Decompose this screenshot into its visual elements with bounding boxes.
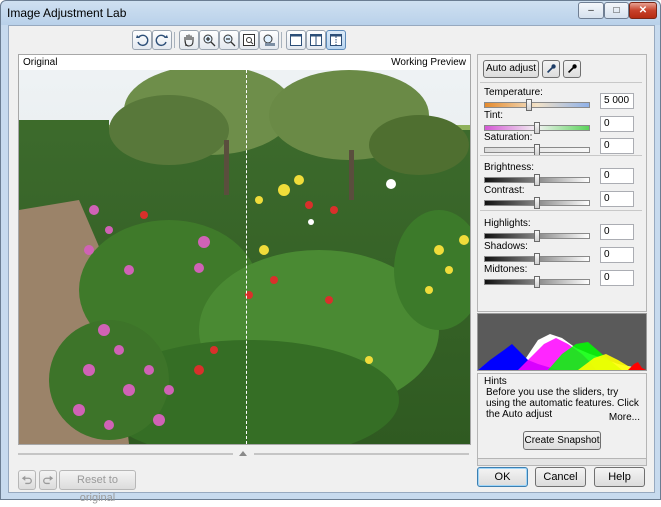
- adjustment-panel: Auto adjust Temperature: 5 000 Tint: 0 Satur…: [477, 54, 647, 312]
- tint-slider-thumb[interactable]: [534, 122, 540, 134]
- maximize-icon: □: [613, 5, 620, 16]
- side-by-side-view-button[interactable]: [326, 30, 346, 50]
- close-button[interactable]: ✕: [629, 2, 657, 19]
- hints-title: Hints: [484, 376, 507, 387]
- dialog-window: Image Adjustment Lab – □ ✕ Original Work…: [0, 0, 661, 504]
- zoom-actual-button[interactable]: [259, 30, 279, 50]
- redo-icon: [43, 475, 54, 485]
- dialog-client-area: Original Working Preview Reset to origin…: [8, 25, 655, 504]
- maximize-button[interactable]: □: [604, 2, 629, 19]
- shadows-slider-thumb[interactable]: [534, 253, 540, 265]
- shadows-label: Shadows:: [484, 241, 528, 252]
- saturation-label: Saturation:: [484, 132, 533, 143]
- reset-to-original-button[interactable]: Reset to original: [59, 470, 136, 504]
- white-point-picker-button[interactable]: [542, 60, 560, 78]
- saturation-value-field[interactable]: 0: [600, 138, 634, 154]
- midtones-value-field[interactable]: 0: [600, 270, 634, 286]
- fit-to-window-icon: [243, 34, 255, 46]
- shadows-value-field[interactable]: 0: [600, 247, 634, 263]
- midtones-slider-thumb[interactable]: [534, 276, 540, 288]
- highlights-label: Highlights:: [484, 218, 531, 229]
- panel-divider: [480, 82, 642, 83]
- temperature-value-field[interactable]: 5 000: [600, 93, 634, 109]
- tint-label: Tint:: [484, 110, 504, 121]
- title-bar[interactable]: Image Adjustment Lab – □ ✕: [1, 1, 660, 25]
- temperature-slider-thumb[interactable]: [525, 99, 532, 111]
- contrast-value-field[interactable]: 0: [600, 191, 634, 207]
- temperature-slider[interactable]: [484, 102, 590, 108]
- pan-hand-icon: [184, 34, 194, 47]
- rotate-right-button[interactable]: [152, 30, 172, 50]
- temperature-label: Temperature:: [484, 87, 543, 98]
- highlights-slider-thumb[interactable]: [534, 230, 540, 242]
- zoom-in-button[interactable]: [199, 30, 219, 50]
- viewer-scrollbar[interactable]: [18, 450, 469, 458]
- hints-panel: Hints Before you use the sliders, try us…: [477, 373, 647, 459]
- eyedropper-black-icon: [567, 64, 577, 74]
- hints-more-link[interactable]: More...: [609, 412, 640, 423]
- single-view-icon: [290, 34, 302, 46]
- help-button[interactable]: Help: [594, 467, 645, 487]
- auto-adjust-button[interactable]: Auto adjust: [483, 60, 539, 78]
- redo-button[interactable]: [39, 470, 57, 490]
- split-view-button[interactable]: [306, 30, 326, 50]
- garden-photo: [19, 70, 470, 444]
- histogram: [477, 313, 647, 371]
- midtones-label: Midtones:: [484, 264, 528, 275]
- contrast-slider-thumb[interactable]: [534, 197, 540, 209]
- minimize-icon: –: [588, 5, 594, 16]
- undo-button[interactable]: [18, 470, 36, 490]
- original-label: Original: [23, 57, 58, 68]
- split-divider[interactable]: [246, 55, 247, 444]
- zoom-out-icon: [223, 34, 236, 47]
- image-viewer[interactable]: Original Working Preview: [18, 54, 471, 445]
- rotate-right-icon: [155, 34, 168, 47]
- side-by-side-view-icon: [330, 34, 342, 46]
- panel-divider: [480, 155, 642, 156]
- minimize-button[interactable]: –: [578, 2, 604, 19]
- tint-value-field[interactable]: 0: [600, 116, 634, 132]
- zoom-actual-icon: [263, 34, 275, 46]
- undo-icon: [21, 475, 32, 485]
- ok-button[interactable]: OK: [477, 467, 528, 487]
- zoom-in-icon: [203, 34, 216, 47]
- toolbar-separator: [281, 32, 282, 48]
- cancel-button[interactable]: Cancel: [535, 467, 586, 487]
- split-view-icon: [310, 34, 322, 46]
- highlights-value-field[interactable]: 0: [600, 224, 634, 240]
- contrast-label: Contrast:: [484, 185, 525, 196]
- fit-to-window-button[interactable]: [239, 30, 259, 50]
- single-view-button[interactable]: [286, 30, 306, 50]
- brightness-label: Brightness:: [484, 162, 535, 173]
- zoom-out-button[interactable]: [219, 30, 239, 50]
- close-icon: ✕: [638, 5, 648, 16]
- window-title: Image Adjustment Lab: [7, 6, 127, 20]
- rotate-left-button[interactable]: [132, 30, 152, 50]
- toolbar-separator: [174, 32, 175, 48]
- pan-button[interactable]: [179, 30, 199, 50]
- black-point-picker-button[interactable]: [563, 60, 581, 78]
- brightness-slider-thumb[interactable]: [534, 174, 540, 186]
- create-snapshot-button[interactable]: Create Snapshot: [523, 431, 601, 450]
- brightness-value-field[interactable]: 0: [600, 168, 634, 184]
- panel-divider: [480, 210, 642, 211]
- snapshot-scrollbar[interactable]: [477, 458, 647, 466]
- rotate-left-icon: [136, 34, 149, 47]
- working-preview-label: Working Preview: [391, 57, 466, 68]
- eyedropper-icon: [546, 64, 556, 74]
